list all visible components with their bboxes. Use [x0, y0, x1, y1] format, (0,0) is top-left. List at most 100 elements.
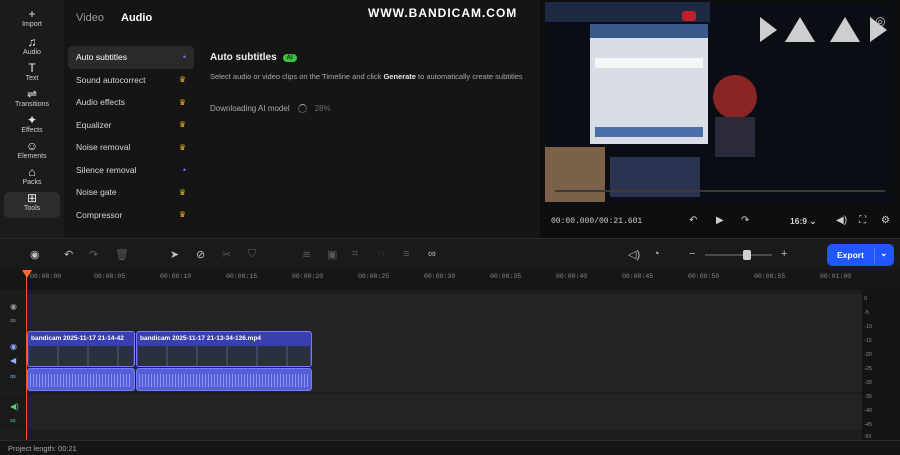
crop-icon[interactable]: ⌗ — [352, 248, 358, 261]
rail-transitions[interactable]: ⇌ Transitions — [4, 88, 60, 114]
ruler-tick: 00:00:20 — [292, 273, 324, 280]
playhead-handle[interactable] — [22, 270, 32, 278]
ruler-tick: 00:00:40 — [556, 273, 588, 280]
zoom-slider[interactable] — [705, 254, 772, 256]
crown-icon: ♛ — [178, 75, 186, 85]
speed-icon[interactable]: ◌ — [378, 248, 385, 260]
link-icon[interactable]: ∞ — [10, 416, 16, 425]
crown-icon: ♛ — [178, 142, 186, 152]
tab-audio[interactable]: Audio — [121, 12, 152, 24]
adjust-icon[interactable]: ≡ — [403, 248, 409, 260]
record-icon[interactable]: ◉ — [30, 248, 40, 261]
plus-icon: + — [28, 7, 36, 21]
redo-icon[interactable]: ↷ — [89, 248, 98, 261]
ruler-tick: 00:00:25 — [358, 273, 390, 280]
chevron-down-icon[interactable]: ⌄ — [880, 248, 888, 259]
tab-video[interactable]: Video — [76, 12, 104, 24]
link-icon[interactable]: ∞ — [10, 372, 16, 381]
ruler-tick: 00:00:55 — [754, 273, 786, 280]
effects-icon: ✦ — [26, 113, 38, 127]
rail-text[interactable]: T Text — [4, 62, 60, 88]
select-tool-icon[interactable]: ➤ — [170, 248, 179, 261]
rail-elements[interactable]: ☺ Elements — [4, 140, 60, 166]
playhead[interactable] — [26, 270, 27, 440]
empty-track[interactable] — [26, 294, 862, 330]
track-header: ◉ ◀ ∞ — [0, 330, 26, 392]
menu-audio-effects[interactable]: Audio effects ♛ — [68, 91, 194, 114]
spinner-icon — [297, 104, 307, 113]
video-clip[interactable]: bandicam 2025-11-17 21-13-34-126.mp4 — [136, 331, 312, 367]
export-button[interactable]: Export ⌄ — [827, 244, 894, 266]
timeline-ruler[interactable]: 00:00:00 00:00:05 00:00:10 00:00:15 00:0… — [0, 270, 900, 290]
ai-badge: AI — [282, 53, 297, 62]
shield-icon[interactable]: ⛉ — [248, 248, 256, 261]
ruler-tick: 00:00:00 — [30, 273, 62, 280]
new-dot-icon: • — [182, 52, 186, 63]
eye-icon[interactable]: ◉ — [10, 342, 17, 351]
zoom-out-icon[interactable]: − — [689, 248, 695, 260]
undo-icon[interactable]: ↶ — [64, 248, 73, 261]
menu-noise-removal[interactable]: Noise removal ♛ — [68, 136, 194, 159]
elements-icon: ☺ — [25, 139, 39, 153]
gear-icon[interactable]: ⚙ — [881, 215, 890, 226]
aspect-ratio-select[interactable]: 16:9 ⌄ — [790, 216, 817, 227]
no-tool-icon[interactable]: ⊘ — [196, 248, 205, 261]
audio-track[interactable] — [26, 394, 862, 430]
zoom-in-icon[interactable]: + — [781, 248, 787, 260]
tools-icon: ⊞ — [26, 191, 38, 205]
crown-icon: ♛ — [178, 210, 186, 220]
link-icon[interactable]: ∞ — [428, 248, 436, 260]
crown-icon: ♛ — [178, 120, 186, 130]
voiceover-icon[interactable]: ◁) — [628, 248, 640, 261]
rail-import[interactable]: + Import — [4, 8, 60, 34]
caption-icon[interactable]: ▣ — [327, 248, 337, 261]
bandicam-watermark: WWW.BANDICAM.COM — [368, 6, 518, 20]
ruler-tick: 00:00:10 — [160, 273, 192, 280]
ruler-tick: 00:00:35 — [490, 273, 522, 280]
packs-icon: ⌂ — [28, 165, 36, 179]
menu-auto-subtitles[interactable]: Auto subtitles • — [68, 46, 194, 69]
rewind-icon[interactable]: ↶ — [689, 215, 697, 226]
link-icon[interactable]: ∞ — [10, 316, 16, 325]
forward-icon[interactable]: ↷ — [741, 215, 749, 226]
audio-wave-icon[interactable]: ≋ — [302, 248, 311, 261]
ruler-tick: 00:00:50 — [688, 273, 720, 280]
play-icon[interactable]: ▶ — [716, 215, 724, 226]
rail-tools[interactable]: ⊞ Tools — [4, 192, 60, 218]
ruler-tick: 00:00:45 — [622, 273, 654, 280]
delete-icon[interactable]: 🗑 — [115, 248, 129, 261]
ruler-tick: 00:01:00 — [820, 273, 852, 280]
volume-icon[interactable]: ◀) — [836, 215, 847, 226]
cut-icon[interactable]: ✂ — [222, 248, 231, 261]
clip-thumbnails — [138, 346, 310, 366]
panel-description: Select audio or video clips on the Timel… — [210, 72, 523, 81]
download-status: Downloading AI model 28% — [210, 104, 331, 113]
menu-sound-autocorrect[interactable]: Sound autocorrect ♛ — [68, 69, 194, 92]
menu-noise-gate[interactable]: Noise gate ♛ — [68, 181, 194, 204]
snap-icon[interactable]: ◔ — [653, 248, 660, 260]
volume-icon[interactable]: ◀ — [10, 356, 16, 365]
tools-tabs: Video Audio — [76, 12, 166, 24]
rail-effects[interactable]: ✦ Effects — [4, 114, 60, 140]
crown-icon: ♛ — [178, 97, 186, 107]
audio-meter: 0 -5 -10 -15 -20 -25 -30 -35 -40 -45 -50 — [862, 290, 900, 440]
zoom-slider-handle[interactable] — [743, 250, 751, 260]
audio-waveform[interactable] — [136, 368, 312, 391]
new-dot-icon: • — [182, 164, 186, 175]
track-header: ◀) ∞ — [0, 394, 26, 430]
audio-waveform[interactable] — [27, 368, 135, 391]
menu-silence-removal[interactable]: Silence removal • — [68, 159, 194, 182]
tool-rail: + Import ♫ Audio T Text ⇌ Transitions ✦ Effec… — [0, 0, 64, 238]
video-clip[interactable]: bandicam 2025-11-17 21-14-42 — [27, 331, 135, 367]
rail-audio[interactable]: ♫ Audio — [4, 36, 60, 62]
screenshot-icon[interactable]: ◎ — [875, 14, 885, 28]
menu-compressor[interactable]: Compressor ♛ — [68, 204, 194, 227]
fullscreen-icon[interactable]: ⛶ — [859, 215, 866, 226]
transitions-icon: ⇌ — [26, 87, 38, 101]
timecode: 00:00.000/00:21.601 — [551, 217, 643, 226]
rail-packs[interactable]: ⌂ Packs — [4, 166, 60, 192]
ruler-tick: 00:00:05 — [94, 273, 126, 280]
menu-equalizer[interactable]: Equalizer ♛ — [68, 114, 194, 137]
volume-icon[interactable]: ◀) — [10, 402, 19, 411]
eye-icon[interactable]: ◉ — [10, 302, 17, 311]
